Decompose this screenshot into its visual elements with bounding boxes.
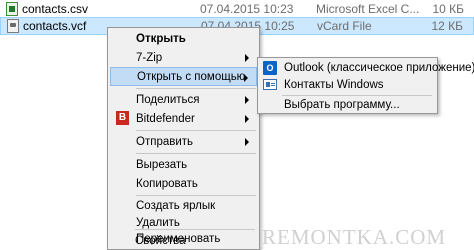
submenu-arrow-icon xyxy=(245,115,249,123)
menu-separator xyxy=(136,153,256,154)
submenu-item-windows-contacts[interactable]: Контакты Windows xyxy=(260,76,435,94)
submenu-arrow-icon xyxy=(244,74,248,82)
outlook-icon: O xyxy=(263,61,277,75)
file-type: Microsoft Excel C... xyxy=(316,2,420,16)
submenu-item-choose-program[interactable]: Выбрать программу... xyxy=(260,96,435,114)
file-date: 07.04.2015 10:23 xyxy=(200,2,294,16)
windows-contacts-icon xyxy=(263,79,277,90)
menu-item-open-with[interactable]: Открыть с помощью xyxy=(110,67,257,86)
menu-item-cut[interactable]: Вырезать xyxy=(110,155,257,174)
bitdefender-icon: B xyxy=(116,111,129,125)
menu-item-properties[interactable]: Свойства xyxy=(109,231,256,250)
file-type: vCard File xyxy=(317,19,372,33)
menu-separator xyxy=(135,229,255,230)
watermark: REMONTKA.COM xyxy=(262,225,447,249)
file-size: 10 КБ xyxy=(432,2,464,16)
open-with-submenu: O Outlook (классическое приложение) Конт… xyxy=(257,57,474,114)
submenu-arrow-icon xyxy=(245,138,249,146)
vcf-file-icon xyxy=(7,19,19,33)
submenu-arrow-icon xyxy=(245,54,249,62)
menu-item-bitdefender[interactable]: B Bitdefender xyxy=(110,109,257,128)
file-size: 12 КБ xyxy=(431,19,463,33)
submenu-item-outlook[interactable]: O Outlook (классическое приложение) xyxy=(260,59,474,77)
file-row-csv[interactable]: contacts.csv 07.04.2015 10:23 Microsoft … xyxy=(0,0,474,18)
menu-item-copy[interactable]: Копировать xyxy=(110,174,257,193)
file-name: contacts.csv xyxy=(22,2,89,16)
csv-file-icon xyxy=(6,2,18,16)
file-name: contacts.vcf xyxy=(23,19,87,33)
menu-separator xyxy=(136,88,256,89)
menu-item-send-to[interactable]: Отправить xyxy=(110,132,257,151)
submenu-arrow-icon xyxy=(245,96,249,104)
menu-separator xyxy=(136,130,256,131)
menu-item-open[interactable]: Открыть xyxy=(110,29,257,48)
menu-item-7zip[interactable]: 7-Zip xyxy=(110,48,257,67)
menu-item-share[interactable]: Поделиться xyxy=(110,90,257,109)
context-menu: Открыть 7-Zip Открыть с помощью Поделить… xyxy=(107,27,260,250)
